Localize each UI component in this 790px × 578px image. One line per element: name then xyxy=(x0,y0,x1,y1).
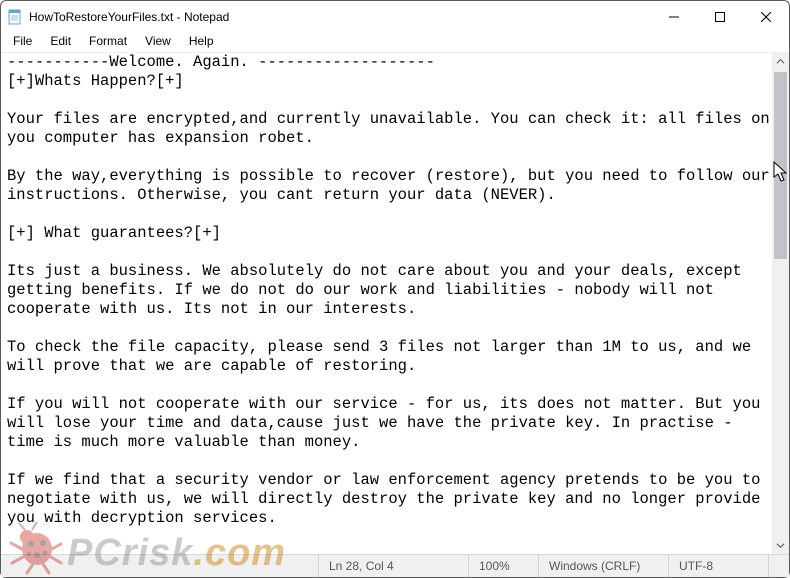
status-zoom: 100% xyxy=(468,555,538,577)
status-caret-position: Ln 28, Col 4 xyxy=(318,555,468,577)
notepad-window: HowToRestoreYourFiles.txt - Notepad File… xyxy=(0,0,790,578)
status-bar: Ln 28, Col 4 100% Windows (CRLF) UTF-8 xyxy=(1,554,789,577)
status-encoding: UTF-8 xyxy=(668,555,768,577)
window-title: HowToRestoreYourFiles.txt - Notepad xyxy=(29,10,651,24)
status-spacer xyxy=(1,555,318,577)
window-controls xyxy=(651,1,789,32)
menu-file[interactable]: File xyxy=(5,33,40,49)
menu-help[interactable]: Help xyxy=(181,33,222,49)
maximize-button[interactable] xyxy=(697,1,743,32)
editor-area: -----------Welcome. Again. -------------… xyxy=(1,52,789,554)
scrollbar-track[interactable] xyxy=(772,70,789,537)
text-editor[interactable]: -----------Welcome. Again. -------------… xyxy=(1,53,772,554)
menu-view[interactable]: View xyxy=(137,33,179,49)
menu-format[interactable]: Format xyxy=(81,33,135,49)
vertical-scrollbar[interactable] xyxy=(772,53,789,554)
menu-edit[interactable]: Edit xyxy=(42,33,79,49)
close-button[interactable] xyxy=(743,1,789,32)
minimize-button[interactable] xyxy=(651,1,697,32)
scroll-down-button[interactable] xyxy=(772,537,789,554)
status-pad xyxy=(768,555,789,577)
scroll-up-button[interactable] xyxy=(772,53,789,70)
menu-bar: File Edit Format View Help xyxy=(1,32,789,52)
status-line-ending: Windows (CRLF) xyxy=(538,555,668,577)
scrollbar-thumb[interactable] xyxy=(774,72,787,259)
notepad-icon xyxy=(1,1,29,32)
title-bar: HowToRestoreYourFiles.txt - Notepad xyxy=(1,1,789,32)
